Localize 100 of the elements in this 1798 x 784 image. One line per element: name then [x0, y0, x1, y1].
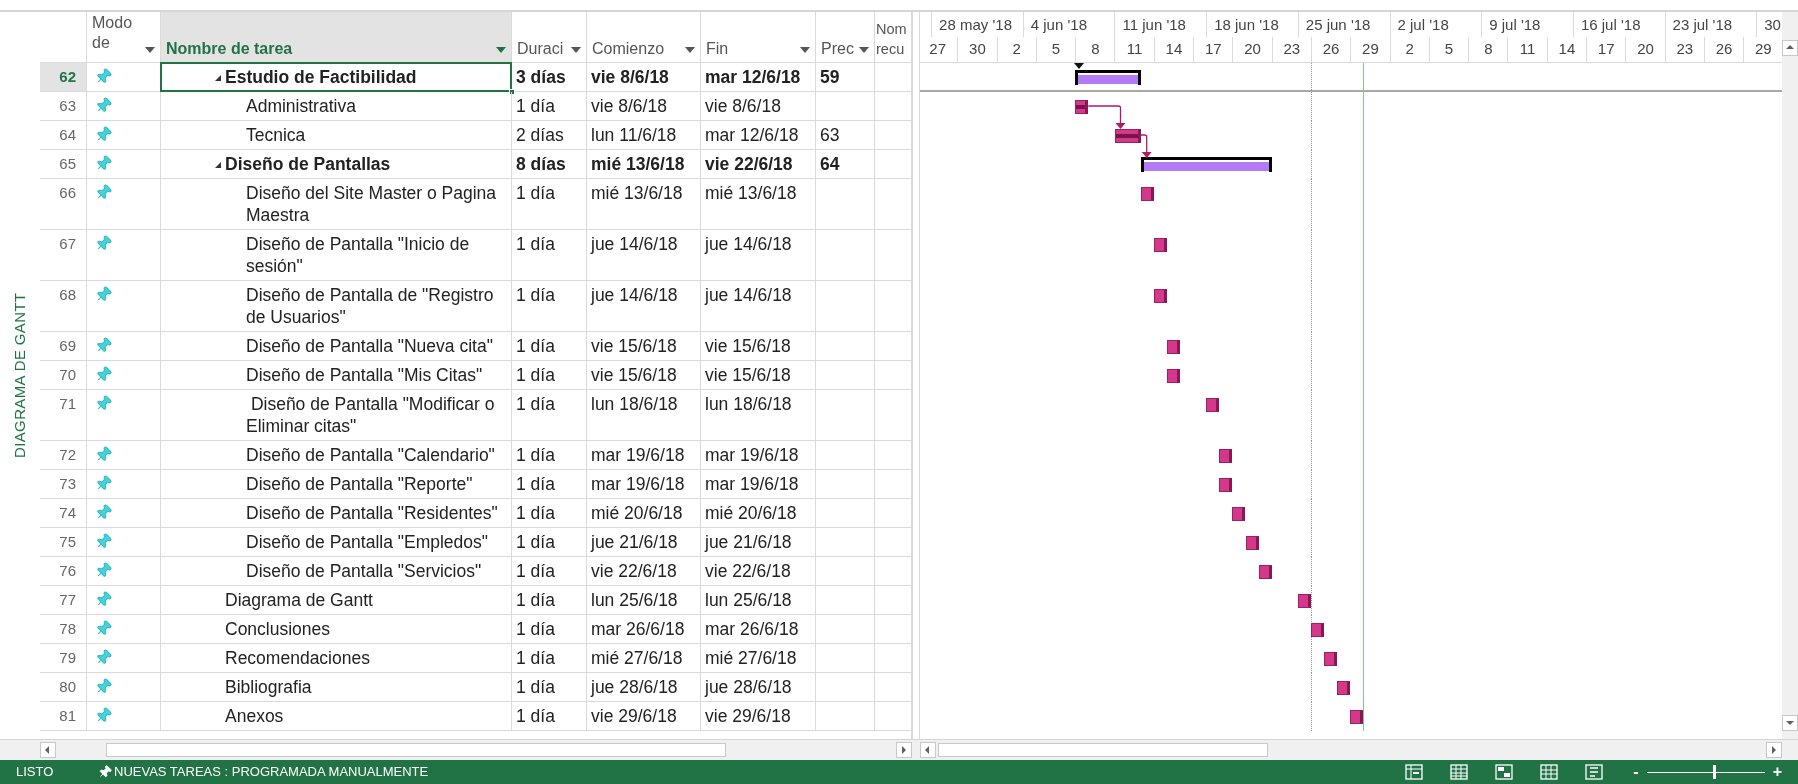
column-header[interactable]: Nom recu	[875, 12, 912, 63]
horizontal-scrollbar[interactable]	[920, 742, 1782, 758]
collapse-toggle-icon[interactable]	[214, 74, 222, 82]
task-bar[interactable]	[1166, 340, 1180, 354]
row-number[interactable]: 64	[40, 121, 87, 150]
day-label: 2	[996, 37, 1036, 62]
zoom-slider[interactable]	[1646, 765, 1765, 779]
column-header[interactable]: Fin	[701, 12, 816, 63]
task-bar[interactable]	[1311, 623, 1325, 637]
dropdown-arrow-icon[interactable]	[685, 47, 695, 53]
dropdown-arrow-icon[interactable]	[496, 47, 506, 53]
week-label: 25 jun '18	[1297, 12, 1390, 37]
finish-cell: jue 28/6/18	[705, 677, 792, 697]
row-number[interactable]: 71	[40, 390, 87, 441]
column-header[interactable]: Comienzo	[587, 12, 701, 63]
start-cell: lun 11/6/18	[591, 125, 677, 145]
week-label: 28 may '18	[931, 12, 1023, 37]
finish-cell: jue 14/6/18	[705, 234, 792, 254]
team-planner-icon[interactable]	[1495, 764, 1514, 780]
sheet-view-icon[interactable]	[1540, 764, 1559, 780]
zoom-in-button[interactable]: +	[1768, 760, 1786, 784]
zoom-out-button[interactable]: -	[1629, 760, 1643, 784]
task-bar[interactable]	[1075, 100, 1089, 114]
task-bar[interactable]	[1350, 710, 1364, 724]
scroll-right-button[interactable]	[896, 742, 912, 758]
task-bar[interactable]	[1337, 681, 1351, 695]
task-bar[interactable]	[1258, 565, 1272, 579]
summary-bar[interactable]	[1075, 70, 1141, 85]
row-number[interactable]: 62	[40, 63, 87, 92]
dropdown-arrow-icon[interactable]	[859, 47, 869, 53]
task-name: Diseño de Pantalla "Modificar o Eliminar citas"	[246, 393, 496, 437]
scroll-down-button[interactable]	[1782, 715, 1798, 731]
scroll-left-button[interactable]	[40, 742, 56, 758]
task-bar[interactable]	[1166, 369, 1180, 383]
task-bar[interactable]	[1232, 507, 1246, 521]
report-icon[interactable]	[1585, 764, 1604, 780]
duration-cell: 1 día	[516, 619, 555, 639]
scroll-right-button[interactable]	[1766, 742, 1782, 758]
task-bar[interactable]	[1297, 594, 1311, 608]
row-number[interactable]: 80	[40, 673, 87, 702]
caret-icon	[899, 745, 909, 755]
table-cell	[875, 528, 912, 557]
column-header[interactable]: Modo de	[87, 12, 161, 63]
task-bar[interactable]	[1153, 289, 1167, 303]
scroll-thumb[interactable]	[938, 743, 1268, 757]
task-bar[interactable]	[1206, 398, 1220, 412]
day-label: 17	[1193, 37, 1233, 62]
finish-cell: jue 14/6/18	[705, 285, 792, 305]
row-number[interactable]: 67	[40, 230, 87, 281]
fill-handle[interactable]	[509, 89, 515, 95]
row-number[interactable]: 65	[40, 150, 87, 179]
day-label: 20	[1625, 37, 1665, 62]
row-number[interactable]: 68	[40, 281, 87, 332]
row-number[interactable]: 74	[40, 499, 87, 528]
dropdown-arrow-icon[interactable]	[145, 47, 155, 53]
duration-cell: 8 días	[516, 154, 566, 174]
row-number[interactable]: 81	[40, 702, 87, 731]
dropdown-arrow-icon[interactable]	[800, 47, 810, 53]
column-header[interactable]: Nombre de tarea	[161, 12, 512, 63]
dependency-arrow	[1140, 134, 1152, 158]
task-bar[interactable]	[1245, 536, 1259, 550]
new-tasks-mode[interactable]: NUEVAS TAREAS : PROGRAMADA MANUALMENTE	[114, 762, 429, 782]
task-bar[interactable]	[1219, 449, 1233, 463]
duration-cell: 3 días	[516, 67, 566, 87]
dropdown-arrow-icon[interactable]	[571, 47, 581, 53]
row-number[interactable]: 77	[40, 586, 87, 615]
week-label: 23 jul '18	[1664, 12, 1757, 37]
row-number[interactable]: 66	[40, 179, 87, 230]
finish-cell: vie 8/6/18	[705, 96, 781, 116]
task-name: Conclusiones	[225, 618, 331, 640]
task-bar[interactable]	[1140, 187, 1154, 201]
zoom-slider-thumb[interactable]	[1712, 765, 1716, 779]
calendar-grid-icon[interactable]	[1450, 764, 1469, 780]
vertical-scrollbar[interactable]	[1782, 12, 1798, 739]
scroll-thumb[interactable]	[106, 743, 726, 757]
collapse-toggle-icon[interactable]	[214, 161, 222, 169]
column-header[interactable]: Duraci	[512, 12, 587, 63]
task-bar[interactable]	[1153, 238, 1167, 252]
row-number[interactable]: 63	[40, 92, 87, 121]
task-bar[interactable]	[1219, 478, 1233, 492]
row-number[interactable]: 73	[40, 470, 87, 499]
summary-bar[interactable]	[1140, 157, 1272, 172]
start-cell: mar 19/6/18	[591, 445, 685, 465]
day-label: 14	[1546, 37, 1587, 62]
column-header[interactable]: Prec	[816, 12, 875, 63]
row-number[interactable]: 70	[40, 361, 87, 390]
row-number[interactable]: 75	[40, 528, 87, 557]
gantt-view-icon[interactable]	[1405, 764, 1424, 780]
task-bar[interactable]	[1324, 652, 1338, 666]
row-number[interactable]: 79	[40, 644, 87, 673]
row-number[interactable]: 72	[40, 441, 87, 470]
row-number[interactable]: 69	[40, 332, 87, 361]
scroll-up-button[interactable]	[1782, 40, 1798, 56]
horizontal-scrollbar[interactable]	[40, 742, 912, 758]
row-number[interactable]: 78	[40, 615, 87, 644]
row-number[interactable]: 76	[40, 557, 87, 586]
task-bar[interactable]	[1114, 129, 1141, 143]
scroll-left-button[interactable]	[920, 742, 936, 758]
status-text: LISTO	[16, 763, 55, 782]
day-label: 2	[1389, 37, 1429, 62]
